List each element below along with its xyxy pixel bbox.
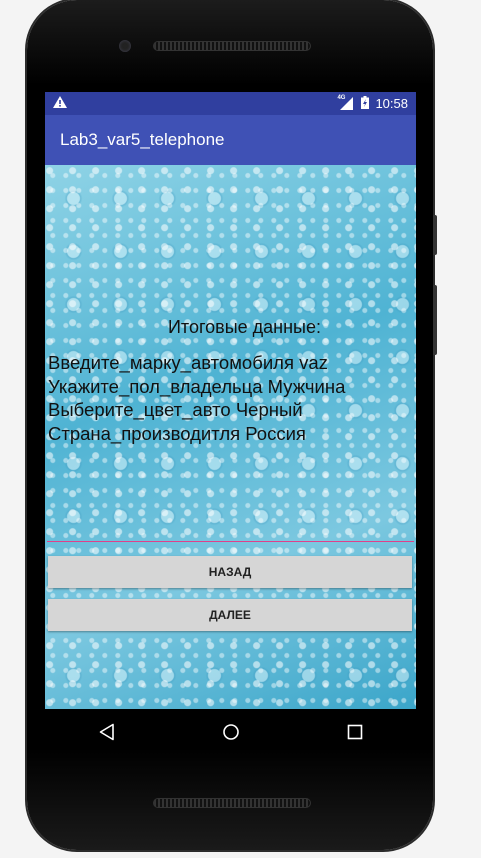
summary-line-color: Выберите_цвет_авто Черный bbox=[48, 399, 303, 420]
back-icon[interactable] bbox=[99, 723, 115, 741]
recents-icon[interactable] bbox=[347, 724, 363, 740]
summary-line-brand: Введите_марку_автомобиля vaz bbox=[48, 352, 328, 373]
status-bar: 4G 10:58 bbox=[45, 92, 416, 115]
warning-icon bbox=[53, 96, 67, 111]
signal-icon: 4G bbox=[337, 95, 354, 110]
app-bar: Lab3_var5_telephone bbox=[45, 115, 416, 165]
content-area: Итоговые данные: Введите_марку_автомобил… bbox=[45, 165, 416, 709]
volume-button bbox=[433, 285, 437, 355]
bottom-speaker bbox=[153, 798, 311, 808]
power-button bbox=[433, 215, 437, 255]
battery-charging-icon bbox=[361, 95, 370, 112]
summary-heading: Итоговые данные: bbox=[167, 317, 322, 337]
home-icon[interactable] bbox=[222, 723, 240, 741]
divider bbox=[47, 541, 414, 542]
front-camera bbox=[119, 40, 131, 52]
summary-lines: Введите_марку_автомобиля vaz Укажите_пол… bbox=[48, 351, 345, 445]
summary-line-owner-gender: Укажите_пол_владельца Мужчина bbox=[48, 375, 346, 397]
app-title: Lab3_var5_telephone bbox=[60, 130, 225, 149]
top-speaker bbox=[153, 41, 311, 51]
summary-line-country: Страна_производитля Россия bbox=[48, 422, 306, 444]
clock: 10:58 bbox=[375, 96, 408, 111]
navigation-bar bbox=[45, 709, 416, 754]
back-button[interactable]: НАЗАД bbox=[48, 556, 412, 588]
screen: 4G 10:58 Lab3_var5_telephone Итоговые да… bbox=[45, 92, 416, 709]
next-button[interactable]: ДАЛЕЕ bbox=[48, 599, 412, 631]
